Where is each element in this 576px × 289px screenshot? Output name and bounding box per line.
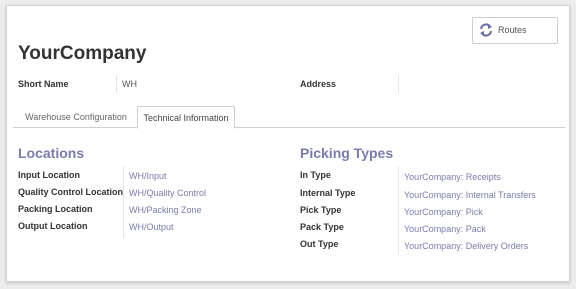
refresh-arrows-icon [478, 22, 494, 38]
quality-control-location-link[interactable]: WH/Quality Control [129, 188, 206, 198]
form-sheet: Routes YourCompany Short Name WH Address… [6, 5, 570, 282]
in-type-link[interactable]: YourCompany: Receipts [404, 172, 501, 182]
field-separator [123, 166, 124, 238]
field-separator [398, 166, 399, 255]
notebook-tabs: Warehouse Configuration Technical Inform… [13, 106, 565, 129]
short-name-field[interactable]: WH [122, 79, 137, 89]
output-location-link[interactable]: WH/Output [129, 222, 174, 232]
field-separator [116, 75, 117, 93]
pack-type-link[interactable]: YourCompany: Pack [404, 224, 486, 234]
picking-types-title: Picking Types [300, 145, 394, 161]
packing-location-link[interactable]: WH/Packing Zone [129, 205, 202, 215]
pick-type-label: Pick Type [300, 205, 342, 215]
locations-title: Locations [18, 145, 85, 161]
input-location-link[interactable]: WH/Input [129, 171, 167, 181]
internal-type-link[interactable]: YourCompany: Internal Transfers [404, 190, 536, 200]
short-name-label: Short Name [18, 79, 69, 89]
company-name: YourCompany [18, 43, 147, 64]
address-label: Address [300, 79, 337, 89]
quality-control-location-label: Quality Control Location [18, 187, 123, 197]
routes-button-label: Routes [498, 25, 527, 35]
input-location-label: Input Location [18, 170, 80, 180]
output-location-label: Output Location [18, 221, 88, 231]
field-separator [398, 75, 399, 93]
routes-button[interactable]: Routes [472, 17, 558, 44]
pack-type-label: Pack Type [300, 222, 344, 232]
out-type-label: Out Type [300, 239, 339, 249]
tab-technical-information[interactable]: Technical Information [137, 106, 235, 129]
internal-type-label: Internal Type [300, 188, 356, 198]
in-type-label: In Type [300, 170, 331, 180]
address-field[interactable] [404, 79, 554, 91]
packing-location-label: Packing Location [18, 204, 93, 214]
pick-type-link[interactable]: YourCompany: Pick [404, 207, 483, 217]
out-type-link[interactable]: YourCompany: Delivery Orders [404, 241, 528, 251]
tab-warehouse-configuration[interactable]: Warehouse Configuration [18, 106, 134, 128]
